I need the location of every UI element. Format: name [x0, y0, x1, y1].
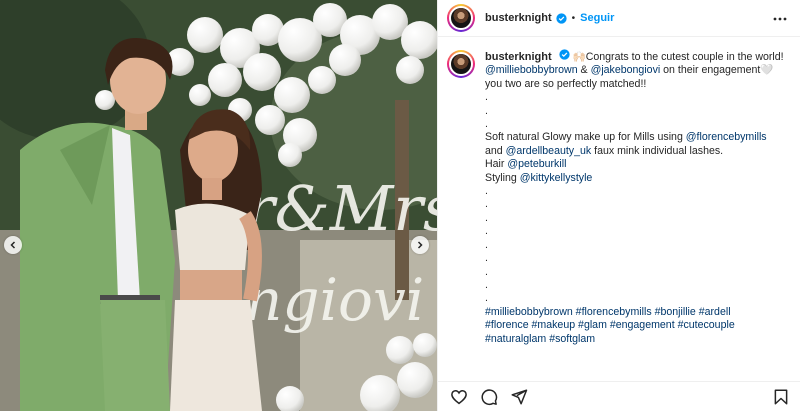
- caption-makeup: Soft natural Glowy make up for Mills usi…: [485, 131, 686, 144]
- caption-dot: .: [485, 211, 488, 224]
- caption-dot: .: [485, 238, 488, 251]
- caption-line: Soft natural Glowy make up for Mills usi…: [485, 131, 787, 144]
- share-icon: [511, 389, 528, 404]
- caption-and: and: [485, 144, 506, 157]
- next-photo-button[interactable]: [411, 236, 429, 254]
- caption-dot: .: [485, 198, 488, 211]
- previous-photo-button[interactable]: [4, 236, 22, 254]
- caption-dot: .: [485, 118, 488, 131]
- mention-link[interactable]: @jakebongiovi: [591, 64, 661, 76]
- comment-button[interactable]: [480, 388, 498, 406]
- hashtags-line[interactable]: #milliebobbybrown #florencebymills #bonj…: [485, 306, 787, 319]
- caption-line: Styling @kittykellystyle: [485, 172, 787, 185]
- caption-dot: .: [485, 278, 488, 291]
- caption: busterknight 🙌🏻Congrats to the cutest co…: [447, 49, 800, 346]
- avatar-image: [449, 6, 473, 30]
- caption-line: and @ardellbeauty_uk faux mink individua…: [485, 145, 787, 158]
- action-bar: [438, 381, 800, 411]
- caption-avatar[interactable]: [447, 50, 475, 78]
- caption-engagement: on their engagement🤍: [660, 64, 774, 77]
- avatar-image: [449, 52, 473, 76]
- caption-line: @milliebobbybrown & @jakebongiovi on the…: [485, 64, 787, 77]
- chevron-left-icon: [10, 241, 16, 249]
- avatar[interactable]: [447, 4, 475, 32]
- caption-dot: .: [485, 292, 488, 305]
- hashtags-line[interactable]: #florence #makeup #glam #engagement #cut…: [485, 319, 787, 332]
- caption-dot: .: [485, 225, 488, 238]
- woman-figure: [170, 109, 262, 411]
- caption-styling-label: Styling: [485, 171, 520, 184]
- mention-link[interactable]: @ardellbeauty_uk: [506, 145, 592, 157]
- caption-dot: .: [485, 265, 488, 278]
- follow-button[interactable]: Seguir: [580, 12, 614, 24]
- caption-lashes: faux mink individual lashes.: [591, 144, 724, 157]
- header-separator: •: [571, 12, 576, 24]
- share-button[interactable]: [510, 388, 528, 406]
- save-button[interactable]: [772, 388, 790, 406]
- caption-line: busterknight 🙌🏻Congrats to the cutest co…: [485, 49, 787, 64]
- caption-text: busterknight 🙌🏻Congrats to the cutest co…: [485, 49, 787, 346]
- verified-badge-icon: [558, 49, 570, 60]
- caption-matched: you two are so perfectly matched!!: [485, 77, 647, 90]
- like-button[interactable]: [450, 388, 468, 406]
- caption-dot: .: [485, 104, 488, 117]
- caption-dot: .: [485, 185, 488, 198]
- hashtags-line[interactable]: #naturalglam #softglam: [485, 333, 787, 346]
- post-photo[interactable]: r&Mrs ngiovi: [0, 0, 437, 411]
- caption-hair-label: Hair: [485, 158, 508, 171]
- instagram-post: r&Mrs ngiovi busterknight • Seguir buste…: [0, 0, 800, 411]
- caption-amp: &: [577, 64, 591, 77]
- post-header: busterknight • Seguir: [438, 0, 800, 37]
- neon-sign-line-2: ngiovi: [245, 266, 424, 334]
- engagement-photo-illustration: r&Mrs ngiovi: [0, 0, 437, 411]
- mention-link[interactable]: @milliebobbybrown: [485, 64, 578, 76]
- header-username[interactable]: busterknight: [485, 12, 552, 24]
- caption-dot: .: [485, 252, 488, 265]
- more-options-button[interactable]: [772, 11, 788, 30]
- caption-username[interactable]: busterknight: [485, 51, 552, 63]
- caption-line: Hair @peteburkill: [485, 158, 787, 171]
- bookmark-icon: [774, 389, 788, 404]
- caption-dot: .: [485, 91, 488, 104]
- mention-link[interactable]: @peteburkill: [507, 158, 566, 170]
- caption-area: busterknight 🙌🏻Congrats to the cutest co…: [438, 38, 800, 380]
- more-horizontal-icon: [773, 17, 787, 21]
- heart-icon: [451, 389, 467, 404]
- comment-icon: [481, 388, 498, 405]
- chevron-right-icon: [417, 241, 423, 249]
- mention-link[interactable]: @florencebymills: [686, 131, 767, 143]
- caption-intro: 🙌🏻Congrats to the cutest couple in the w…: [572, 51, 784, 63]
- verified-badge-icon: [555, 12, 567, 24]
- neon-sign-line-1: r&Mrs: [245, 172, 437, 245]
- mention-link[interactable]: @kittykellystyle: [520, 172, 593, 184]
- post-details-panel: busterknight • Seguir busterknight 🙌🏻Con…: [437, 0, 800, 411]
